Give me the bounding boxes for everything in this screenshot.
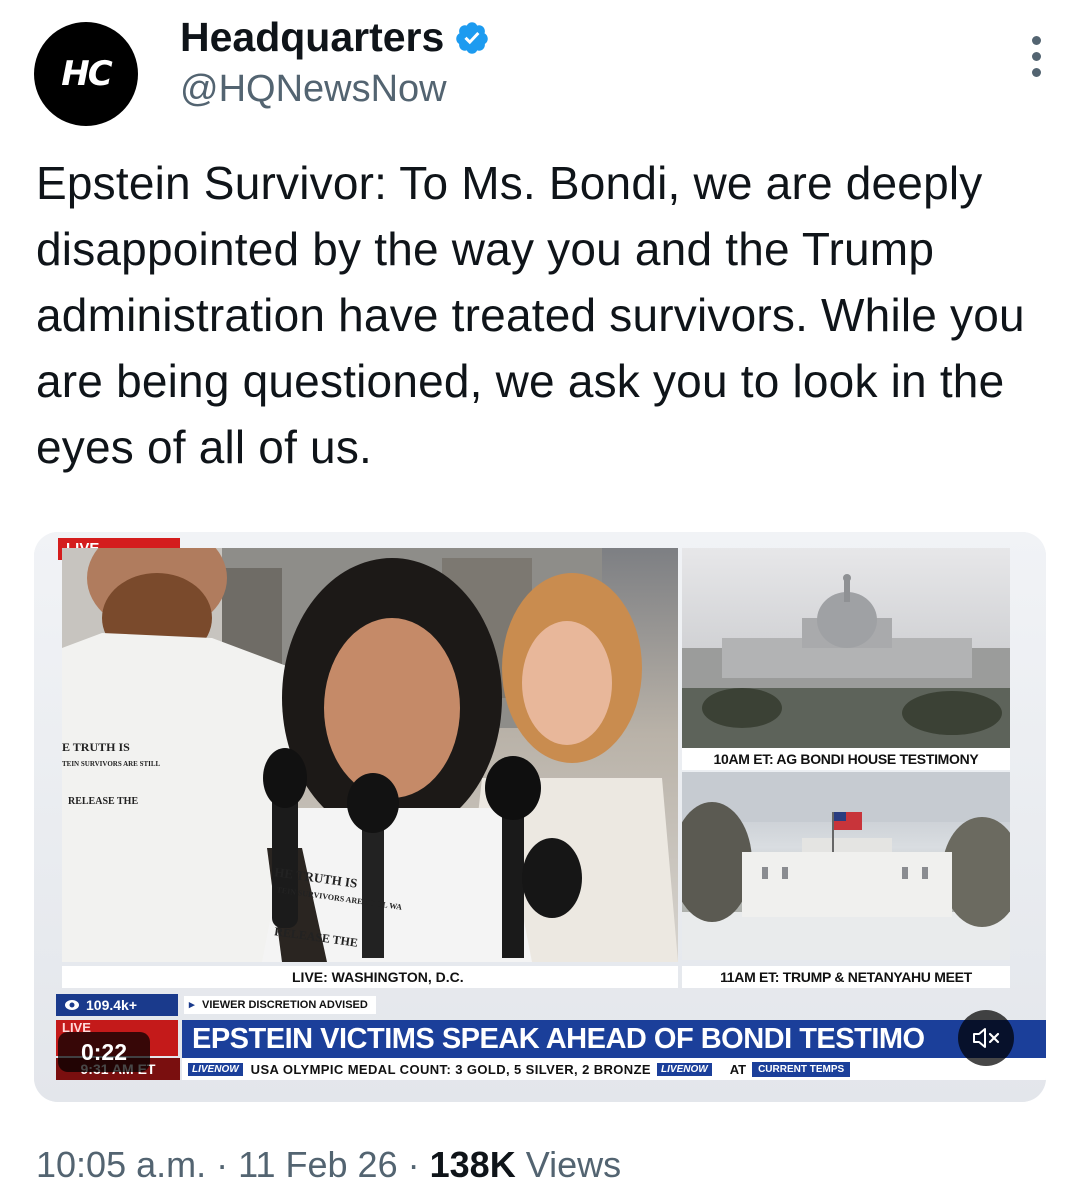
side-bottom-label: 11AM ET: TRUMP & NETANYAHU MEET xyxy=(682,966,1010,988)
post-text: Epstein Survivor: To Ms. Bondi, we are d… xyxy=(36,157,1025,473)
views-count[interactable]: 138K xyxy=(430,1144,516,1185)
live-viewers-count: 109.4k+ xyxy=(86,997,137,1013)
dot xyxy=(1031,52,1041,61)
video-player[interactable]: LIVE xyxy=(34,532,1046,1102)
video-frame: LIVE xyxy=(34,532,1046,1102)
main-video-panel: HE TRUTH IS TEIN SURVIVORS ARE STILL WA … xyxy=(62,548,678,962)
post-meta: 10:05 a.m. · 11 Feb 26 · 138K Views xyxy=(36,1144,621,1186)
news-ticker: LIVENOW USA OLYMPIC MEDAL COUNT: 3 GOLD,… xyxy=(182,1058,1046,1080)
separator: · xyxy=(407,1144,420,1185)
ticker-at: AT xyxy=(729,1061,747,1077)
capitol-scene xyxy=(682,574,1010,748)
separator: · xyxy=(216,1144,229,1185)
mute-toggle-button[interactable] xyxy=(958,1010,1014,1066)
left-shirt-text-3: RELEASE THE xyxy=(68,796,139,807)
ticker-temps: CURRENT TEMPS xyxy=(752,1061,851,1077)
dot xyxy=(1031,36,1041,45)
ticker-tag-2: LIVENOW xyxy=(657,1062,712,1076)
side-top-label: 10AM ET: AG BONDI HOUSE TESTIMONY xyxy=(682,748,1010,770)
left-shirt-text-2: TEIN SURVIVORS ARE STILL xyxy=(62,760,161,768)
ticker-text: USA OLYMPIC MEDAL COUNT: 3 GOLD, 5 SILVE… xyxy=(250,1061,652,1077)
ticker-tag: LIVENOW xyxy=(188,1062,243,1076)
views-label: Views xyxy=(525,1144,622,1185)
post-date[interactable]: 11 Feb 26 xyxy=(238,1144,397,1185)
author-handle[interactable]: @HQNewsNow xyxy=(180,68,447,111)
main-video-label: LIVE: WASHINGTON, D.C. xyxy=(62,966,678,988)
left-shirt-text-1: E TRUTH IS xyxy=(62,740,130,754)
avatar-logo-text: HC xyxy=(61,54,112,94)
capitol-panel xyxy=(682,548,1010,748)
headline-text: EPSTEIN VICTIMS SPEAK AHEAD OF BONDI TES… xyxy=(192,1022,925,1055)
viewer-discretion-notice: VIEWER DISCRETION ADVISED xyxy=(184,996,376,1014)
dot xyxy=(1031,68,1041,77)
live-viewers-badge: 109.4k+ xyxy=(56,994,178,1016)
display-name[interactable]: Headquarters xyxy=(180,14,444,61)
verified-badge-icon xyxy=(456,21,489,54)
author-name-row[interactable]: Headquarters xyxy=(180,14,490,61)
eye-icon xyxy=(65,1000,79,1010)
more-options-icon[interactable] xyxy=(1030,36,1042,77)
speaker-muted-icon xyxy=(973,1028,1000,1048)
post-time[interactable]: 10:05 a.m. xyxy=(36,1144,206,1185)
avatar[interactable]: HC xyxy=(34,22,138,126)
white-house-scene xyxy=(682,772,1010,960)
video-duration: 0:22 xyxy=(58,1032,150,1072)
headline-bar: EPSTEIN VICTIMS SPEAK AHEAD OF BONDI TES… xyxy=(182,1020,1046,1058)
white-house-panel xyxy=(682,772,1010,960)
